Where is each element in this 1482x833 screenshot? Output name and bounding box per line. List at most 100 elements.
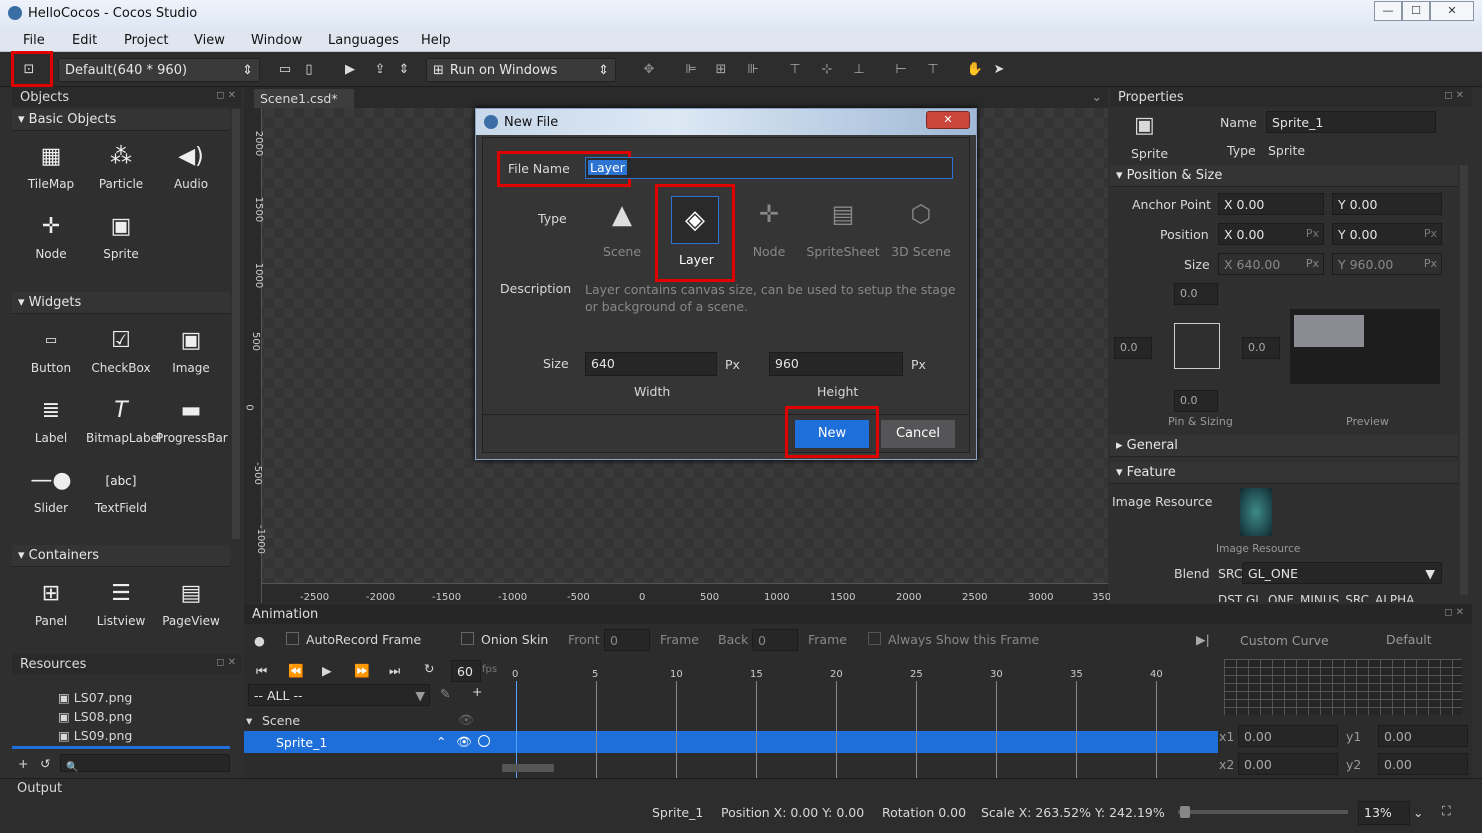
section-containers[interactable]: ▾ Containers xyxy=(12,545,230,567)
width-input[interactable]: 640 xyxy=(585,352,717,376)
file-item[interactable]: ▣ LS08.png xyxy=(58,709,132,724)
pin-right-input[interactable]: 0.0 xyxy=(1242,337,1280,359)
curve-grid[interactable] xyxy=(1224,659,1462,715)
pin-top-input[interactable]: 0.0 xyxy=(1174,283,1218,305)
pin-sizing-box[interactable] xyxy=(1174,323,1220,369)
properties-scrollbar[interactable] xyxy=(1460,165,1468,595)
align-top-icon[interactable]: ⊤ xyxy=(784,60,806,80)
tab-menu-chevron-icon[interactable]: ⌄ xyxy=(1092,89,1102,104)
position-x-input[interactable]: X 0.00 Px xyxy=(1218,223,1324,245)
align-center-icon[interactable]: ⊞ xyxy=(710,60,732,80)
widget-bitmaplabel[interactable]: T BitmapLabel xyxy=(86,391,161,461)
layer-type-icon[interactable]: ◈ xyxy=(671,196,719,244)
height-input[interactable]: 960 xyxy=(769,352,903,376)
close-window-button[interactable]: ✕ xyxy=(1430,1,1474,21)
back-input[interactable]: 0 xyxy=(752,629,798,651)
section-position-size[interactable]: ▾ Position & Size xyxy=(1110,165,1458,187)
onion-checkbox[interactable] xyxy=(461,632,474,645)
minimize-button[interactable]: — xyxy=(1374,1,1402,21)
visibility-icon[interactable]: 👁 xyxy=(458,712,474,728)
blend-src-select[interactable]: GL_ONE ▼ xyxy=(1242,562,1442,584)
name-input[interactable]: Sprite_1 xyxy=(1266,111,1436,133)
menu-window[interactable]: Window xyxy=(251,33,302,48)
maximize-button[interactable]: ☐ xyxy=(1402,1,1430,21)
front-input[interactable]: 0 xyxy=(604,629,650,651)
sprite-track-row[interactable] xyxy=(244,731,1218,753)
autorecord-checkbox[interactable] xyxy=(286,632,299,645)
file-item[interactable]: ▣ LS07.png xyxy=(58,690,132,705)
distribute-h-icon[interactable]: ⊢ xyxy=(890,60,912,80)
panel-close-icon[interactable]: ◻ ✕ xyxy=(1444,607,1464,618)
objects-scrollbar[interactable] xyxy=(232,109,240,539)
new-file-icon[interactable]: ⊡ xyxy=(18,60,40,80)
zoom-dropdown-icon[interactable]: ⌄ xyxy=(1413,805,1423,820)
type-node[interactable]: ✛ Node xyxy=(739,200,799,270)
widget-label[interactable]: ≣ Label xyxy=(16,391,86,461)
type-spritesheet[interactable]: ▤ SpriteSheet xyxy=(805,200,881,270)
zoom-input[interactable]: 13% xyxy=(1358,801,1410,825)
section-general[interactable]: ▸ General xyxy=(1110,435,1458,457)
resources-search-input[interactable]: 🔍 xyxy=(60,754,230,773)
run-target-select[interactable]: ⊞ Run on Windows ⇕ xyxy=(426,58,616,82)
container-listview[interactable]: ☰ Listview xyxy=(86,574,156,644)
menu-languages[interactable]: Languages xyxy=(328,33,399,48)
loop-icon[interactable]: ↻ xyxy=(424,661,434,676)
file-item[interactable]: ▣ LS09.png xyxy=(58,728,132,743)
timeline-ruler[interactable]: 0 5 10 15 20 25 30 35 40 xyxy=(500,659,1218,783)
panel-close-icon[interactable]: ◻ ✕ xyxy=(1444,90,1464,101)
edit-pencil-icon[interactable]: ✎ xyxy=(440,686,450,701)
widget-progressbar[interactable]: ▬ ProgressBar xyxy=(156,391,228,461)
play-icon[interactable]: ▶ xyxy=(339,60,361,80)
landscape-icon[interactable]: ▭ xyxy=(274,60,296,80)
visibility-icon[interactable]: 👁 xyxy=(456,734,472,750)
size-x-input[interactable]: X 640.00 Px xyxy=(1218,253,1324,275)
y2-input[interactable]: 0.00 xyxy=(1378,753,1468,775)
distribute-v-icon[interactable]: ⊤ xyxy=(922,60,944,80)
menu-project[interactable]: Project xyxy=(124,33,168,48)
play-anim-icon[interactable]: ▶ xyxy=(322,663,332,678)
menu-edit[interactable]: Edit xyxy=(72,33,97,48)
filter-select[interactable]: -- ALL -- ▼ xyxy=(248,684,430,706)
y1-input[interactable]: 0.00 xyxy=(1378,725,1468,747)
type-option-label[interactable]: Layer xyxy=(679,252,714,267)
pointer-tool-icon[interactable]: ➤ xyxy=(988,60,1010,80)
refresh-icon[interactable]: ↺ xyxy=(40,756,50,771)
type-scene[interactable]: ▲ Scene xyxy=(587,200,657,270)
widget-textfield[interactable]: [abc] TextField xyxy=(86,461,156,531)
file-name-input[interactable]: Layer xyxy=(585,157,953,179)
widget-slider[interactable]: —● Slider xyxy=(16,461,86,531)
play-toggle-icon[interactable]: ▶| xyxy=(1196,632,1210,647)
object-audio[interactable]: ◀) Audio xyxy=(156,137,226,207)
always-show-checkbox[interactable] xyxy=(868,632,881,645)
align-left-icon[interactable]: ⊫ xyxy=(680,60,702,80)
object-sprite[interactable]: ▣ Sprite xyxy=(86,207,156,277)
sprite-node[interactable]: Sprite_1 xyxy=(276,735,327,750)
new-button[interactable]: New xyxy=(795,420,869,448)
next-frame-icon[interactable]: ⏩ xyxy=(354,663,370,679)
move-icon[interactable]: ✥ xyxy=(638,60,660,80)
scene-node[interactable]: Scene xyxy=(262,713,300,728)
object-particle[interactable]: ⁂ Particle xyxy=(86,137,156,207)
container-pageview[interactable]: ▤ PageView xyxy=(156,574,226,644)
widget-button[interactable]: ▭ Button xyxy=(16,321,86,391)
tab-scene1[interactable]: Scene1.csd* ● xyxy=(254,89,354,121)
fit-screen-icon[interactable]: ⛶ xyxy=(1442,803,1451,819)
dialog-close-button[interactable]: ✕ xyxy=(926,111,970,129)
widget-image[interactable]: ▣ Image xyxy=(156,321,226,391)
zoom-slider-handle[interactable] xyxy=(1180,806,1190,818)
object-node[interactable]: ✛ Node xyxy=(16,207,86,277)
cancel-button[interactable]: Cancel xyxy=(881,420,955,448)
record-icon[interactable]: ● xyxy=(254,633,265,648)
pin-left-input[interactable]: 0.0 xyxy=(1114,337,1152,359)
size-y-input[interactable]: Y 960.00 Px xyxy=(1332,253,1442,275)
anchor-y-input[interactable]: Y 0.00 xyxy=(1332,193,1442,215)
x1-input[interactable]: 0.00 xyxy=(1238,725,1338,747)
panel-close-icon[interactable]: ◻ ✕ xyxy=(216,657,236,668)
menu-help[interactable]: Help xyxy=(421,33,451,48)
widget-checkbox[interactable]: ☑ CheckBox xyxy=(86,321,156,391)
section-basic-objects[interactable]: ▾ Basic Objects xyxy=(12,109,230,131)
add-track-icon[interactable]: + xyxy=(472,684,482,699)
expand-up-icon[interactable]: ⌃ xyxy=(436,734,446,749)
prev-frame-icon[interactable]: ⏪ xyxy=(288,663,304,679)
last-frame-icon[interactable]: ⏭ xyxy=(389,663,400,679)
